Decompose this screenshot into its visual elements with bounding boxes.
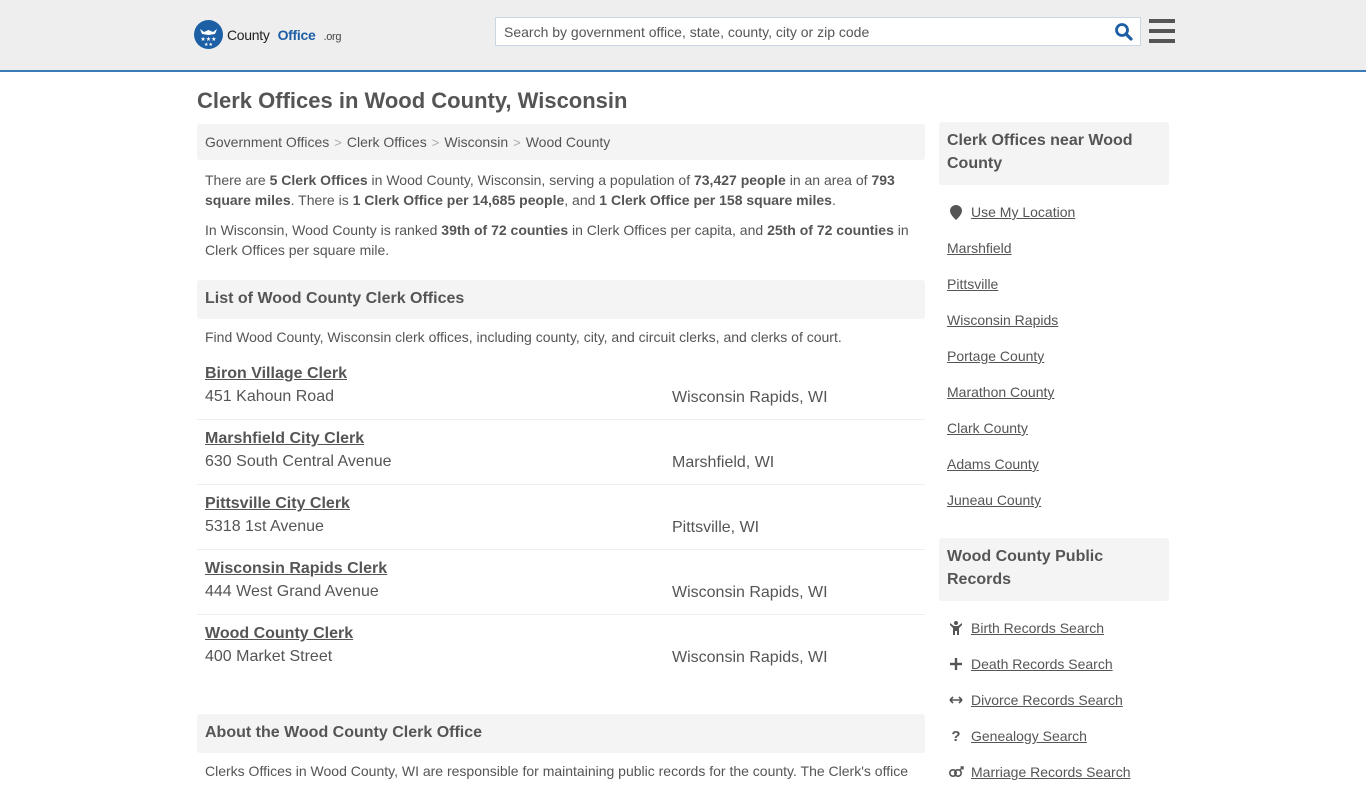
- menu-icon-bar: [1149, 39, 1175, 43]
- nearby-list-item: Juneau County: [947, 482, 1161, 518]
- plus-icon: [947, 658, 965, 670]
- search-input[interactable]: [496, 18, 1096, 45]
- nearby-list-item: Marathon County: [947, 374, 1161, 410]
- breadcrumb-wood-county[interactable]: Wood County: [526, 134, 611, 150]
- office-list-item: Biron Village Clerk 451 Kahoun Road Wisc…: [197, 355, 925, 420]
- nearby-list-item: Marshfield: [947, 230, 1161, 266]
- child-icon: [947, 621, 965, 635]
- death-records-link[interactable]: Death Records Search: [971, 656, 1113, 672]
- use-my-location-link[interactable]: Use My Location: [971, 204, 1075, 220]
- hamburger-menu-button[interactable]: [1149, 19, 1175, 43]
- records-list-item: Birth Records Search: [947, 610, 1161, 646]
- breadcrumb-separator: >: [431, 135, 440, 150]
- office-address: 630 South Central Avenue: [205, 453, 392, 470]
- search-box: [495, 17, 1141, 46]
- divorce-records-link[interactable]: Divorce Records Search: [971, 692, 1123, 708]
- office-city: Wisconsin Rapids, WI: [672, 389, 828, 406]
- public-records-heading: Wood County Public Records: [939, 538, 1169, 601]
- search-icon: [1115, 23, 1133, 41]
- nearby-link-juneau-county[interactable]: Juneau County: [947, 492, 1041, 508]
- office-list-heading: List of Wood County Clerk Offices: [197, 280, 925, 319]
- breadcrumb-separator: >: [334, 135, 342, 150]
- breadcrumb-wisconsin[interactable]: Wisconsin: [444, 134, 508, 150]
- svg-text:★★: ★★: [204, 42, 213, 48]
- arrows-horizontal-icon: [947, 695, 965, 705]
- use-my-location-item: Use My Location: [947, 194, 1161, 230]
- office-name-link[interactable]: Pittsville City Clerk: [205, 495, 350, 513]
- intro-section: There are 5 Clerk Offices in Wood County…: [197, 170, 925, 260]
- office-list-item: Marshfield City Clerk 630 South Central …: [197, 420, 925, 485]
- question-icon: ?: [951, 727, 961, 745]
- intro-summary: There are 5 Clerk Offices in Wood County…: [205, 172, 895, 208]
- about-heading: About the Wood County Clerk Office: [197, 714, 925, 753]
- sidebar: Clerk Offices near Wood County Use My Lo…: [939, 122, 1169, 790]
- records-list-item: ? Genealogy Search: [947, 718, 1161, 754]
- nearby-link-adams-county[interactable]: Adams County: [947, 456, 1039, 472]
- office-name-link[interactable]: Biron Village Clerk: [205, 365, 347, 383]
- office-address: 5318 1st Avenue: [205, 518, 324, 535]
- office-list: Biron Village Clerk 451 Kahoun Road Wisc…: [197, 355, 925, 680]
- public-records-list: Birth Records Search Death Records Searc…: [939, 601, 1169, 790]
- breadcrumb-clerk-offices[interactable]: Clerk Offices: [347, 134, 427, 150]
- nearby-list-item: Wisconsin Rapids: [947, 302, 1161, 338]
- office-name-link[interactable]: Wood County Clerk: [205, 625, 353, 643]
- nearby-link-marathon-county[interactable]: Marathon County: [947, 384, 1054, 400]
- office-list-item: Wood County Clerk 400 Market Street Wisc…: [197, 615, 925, 680]
- about-text: Clerks Offices in Wood County, WI are re…: [205, 763, 908, 779]
- office-name-link[interactable]: Marshfield City Clerk: [205, 430, 364, 448]
- office-city: Wisconsin Rapids, WI: [672, 649, 828, 666]
- office-name-link[interactable]: Wisconsin Rapids Clerk: [205, 560, 387, 578]
- page-title: Clerk Offices in Wood County, Wisconsin: [197, 88, 628, 113]
- office-list-item: Wisconsin Rapids Clerk 444 West Grand Av…: [197, 550, 925, 615]
- nearby-link-pittsville[interactable]: Pittsville: [947, 276, 998, 292]
- breadcrumb-separator: >: [513, 135, 521, 150]
- birth-records-link[interactable]: Birth Records Search: [971, 620, 1104, 636]
- nearby-list-item: Pittsville: [947, 266, 1161, 302]
- nearby-offices-list: Use My Location Marshfield Pittsville Wi…: [939, 185, 1169, 518]
- site-header: ★★★ ★★ County Office .org: [0, 0, 1366, 72]
- nearby-list-item: Portage County: [947, 338, 1161, 374]
- nearby-link-portage-county[interactable]: Portage County: [947, 348, 1044, 364]
- nearby-list-item: Adams County: [947, 446, 1161, 482]
- site-logo[interactable]: ★★★ ★★ County Office .org: [194, 16, 342, 49]
- search-button[interactable]: [1114, 22, 1134, 42]
- nearby-offices-heading: Clerk Offices near Wood County: [939, 122, 1169, 185]
- breadcrumb-government-offices[interactable]: Government Offices: [205, 134, 329, 150]
- eagle-logo-icon: ★★★ ★★: [194, 20, 223, 49]
- nearby-link-clark-county[interactable]: Clark County: [947, 420, 1028, 436]
- office-list-item: Pittsville City Clerk 5318 1st Avenue Pi…: [197, 485, 925, 550]
- main-content: Government Offices > Clerk Offices > Wiscons…: [197, 124, 925, 779]
- genealogy-link[interactable]: Genealogy Search: [971, 728, 1087, 744]
- breadcrumb: Government Offices > Clerk Offices > Wiscons…: [197, 124, 925, 160]
- menu-icon-bar: [1149, 19, 1175, 23]
- nearby-link-marshfield[interactable]: Marshfield: [947, 240, 1012, 256]
- office-city: Pittsville, WI: [672, 519, 760, 536]
- logo-text: County Office .org: [227, 16, 342, 44]
- office-city: Marshfield, WI: [672, 454, 775, 471]
- intro-ranking: In Wisconsin, Wood County is ranked 39th…: [205, 222, 909, 258]
- records-list-item: Death Records Search: [947, 646, 1161, 682]
- records-list-item: Marriage Records Search: [947, 754, 1161, 790]
- map-marker-icon: [947, 204, 965, 220]
- records-list-item: Divorce Records Search: [947, 682, 1161, 718]
- office-list-description: Find Wood County, Wisconsin clerk office…: [205, 329, 842, 345]
- nearby-list-item: Clark County: [947, 410, 1161, 446]
- marriage-records-link[interactable]: Marriage Records Search: [971, 764, 1131, 780]
- menu-icon-bar: [1149, 29, 1175, 33]
- office-city: Wisconsin Rapids, WI: [672, 584, 828, 601]
- nearby-link-wisconsin-rapids[interactable]: Wisconsin Rapids: [947, 312, 1058, 328]
